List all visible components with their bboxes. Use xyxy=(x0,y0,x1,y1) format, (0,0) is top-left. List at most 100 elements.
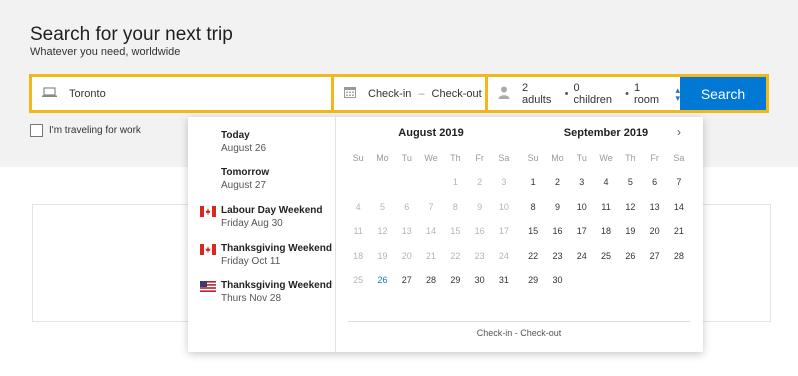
weekday-label: We xyxy=(599,153,613,163)
checkout-label: Check-out xyxy=(431,87,482,100)
day-cell: 20 xyxy=(401,250,412,261)
quick-date-item[interactable]: Tomorrow August 27 xyxy=(221,167,269,191)
calendar-icon xyxy=(344,86,356,101)
day-cell: 21 xyxy=(426,250,437,261)
day-cell: 11 xyxy=(353,226,363,236)
day-cell[interactable]: 12 xyxy=(618,201,642,226)
day-cell: 24 xyxy=(498,250,509,261)
day-cell[interactable]: 18 xyxy=(594,225,618,250)
weekday-label: Su xyxy=(527,153,539,163)
guests-field[interactable]: 2 adults • 0 children • 1 room ▴ ▾ xyxy=(488,77,680,110)
day-cell[interactable]: 13 xyxy=(642,201,666,226)
work-travel-option[interactable]: I'm traveling for work xyxy=(30,124,141,137)
day-cell[interactable]: 25 xyxy=(594,250,618,275)
blank-day-cell xyxy=(370,176,394,201)
day-cell[interactable]: 1 xyxy=(521,176,545,201)
month-september: September 2019 Su Mo Tu We Th Fr Sa 1 2 3 4 5 6 7 8 9 10… xyxy=(521,127,691,299)
day-cell[interactable]: 3 xyxy=(570,176,594,201)
search-button[interactable]: Search xyxy=(680,77,766,110)
day-cell[interactable]: 16 xyxy=(545,225,569,250)
day-cell[interactable]: 9 xyxy=(545,201,569,226)
day-cell[interactable]: 30 xyxy=(545,274,569,299)
quick-date-subtitle: Thurs Nov 28 xyxy=(221,293,282,304)
day-cell[interactable]: 29 xyxy=(443,274,467,299)
date-picker-dropdown: Today August 26 Tomorrow August 27 Labour … xyxy=(188,117,703,352)
next-month-chevron-icon[interactable]: › xyxy=(677,125,681,139)
person-icon xyxy=(498,86,510,102)
day-cell[interactable]: 27 xyxy=(642,250,666,275)
day-cell: 8 xyxy=(452,201,458,212)
weekday-label: Th xyxy=(625,153,636,163)
work-travel-label: I'm traveling for work xyxy=(49,125,141,136)
quick-date-title: Thanksgiving Weekend xyxy=(221,243,332,254)
day-cell[interactable]: 26 xyxy=(618,250,642,275)
weekday-label: Tu xyxy=(576,153,587,163)
date-separator: – xyxy=(418,87,425,100)
weekday-label: Tu xyxy=(401,153,412,163)
day-cell: 17 xyxy=(498,226,509,236)
day-cell[interactable]: 20 xyxy=(642,225,666,250)
day-cell[interactable]: 8 xyxy=(521,201,545,226)
page-subtitle: Whatever you need, worldwide xyxy=(30,46,181,58)
laptop-icon xyxy=(42,86,57,101)
day-cell[interactable]: 19 xyxy=(618,225,642,250)
day-cell[interactable]: 7 xyxy=(667,176,691,201)
day-cell[interactable]: 31 xyxy=(492,274,516,299)
day-cell[interactable]: 5 xyxy=(618,176,642,201)
month-grid: Su Mo Tu We Th Fr Sa 1 2 3 4 5 6 7 8 9 10 11 12 13 14 15 16 17 1… xyxy=(346,152,516,299)
quick-date-subtitle: August 27 xyxy=(221,180,267,191)
day-cell: 9 xyxy=(477,201,483,212)
day-cell[interactable]: 11 xyxy=(594,201,618,226)
day-cell: 25 xyxy=(353,275,364,285)
canada-flag-icon xyxy=(200,244,216,255)
day-cell[interactable]: 17 xyxy=(570,225,594,250)
day-cell: 12 xyxy=(377,226,388,236)
day-cell[interactable]: 29 xyxy=(521,274,545,299)
weekday-label: Su xyxy=(352,153,364,163)
day-cell: 13 xyxy=(401,226,412,236)
separator-dot: • xyxy=(625,87,629,100)
day-cell[interactable]: 28 xyxy=(419,274,443,299)
dates-field[interactable]: Check-in – Check-out xyxy=(334,77,488,110)
blank-day-cell xyxy=(419,176,443,201)
day-cell: 5 xyxy=(379,201,385,212)
quick-date-item[interactable]: Labour Day Weekend Friday Aug 30 xyxy=(200,205,323,229)
day-cell: 23 xyxy=(474,250,485,261)
separator-dot: • xyxy=(564,87,569,100)
weekday-label: We xyxy=(424,153,438,163)
today-day-cell[interactable]: 26 xyxy=(370,274,394,299)
weekday-label: Fr xyxy=(650,153,659,163)
quick-date-item[interactable]: Thanksgiving Weekend Friday Oct 11 xyxy=(200,243,332,267)
day-cell[interactable]: 10 xyxy=(570,201,594,226)
day-cell[interactable]: 28 xyxy=(667,250,691,275)
quick-date-title: Labour Day Weekend xyxy=(221,205,323,216)
day-cell: 18 xyxy=(353,250,364,261)
day-cell[interactable]: 24 xyxy=(570,250,594,275)
destination-field[interactable]: Toronto xyxy=(32,77,334,110)
day-cell[interactable]: 2 xyxy=(545,176,569,201)
work-travel-checkbox[interactable] xyxy=(30,124,43,137)
day-cell[interactable]: 6 xyxy=(642,176,666,201)
day-cell[interactable]: 27 xyxy=(395,274,419,299)
day-cell[interactable]: 30 xyxy=(467,274,491,299)
month-grid: Su Mo Tu We Th Fr Sa 1 2 3 4 5 6 7 8 9 10 11 12 13 14 15 16 17 1… xyxy=(521,152,691,299)
day-cell[interactable]: 22 xyxy=(521,250,545,275)
day-cell[interactable]: 4 xyxy=(594,176,618,201)
weekday-label: Sa xyxy=(673,153,685,163)
quick-date-item[interactable]: Thanksgiving Weekend Thurs Nov 28 xyxy=(200,280,332,304)
destination-value: Toronto xyxy=(69,87,106,100)
quick-dates-list: Today August 26 Tomorrow August 27 Labour … xyxy=(188,117,336,352)
day-cell: 15 xyxy=(450,226,461,236)
day-cell: 6 xyxy=(404,201,410,212)
day-cell: 19 xyxy=(377,250,388,261)
quick-date-item[interactable]: Today August 26 xyxy=(221,130,266,154)
page-title: Search for your next trip xyxy=(30,24,233,45)
weekday-label: Mo xyxy=(376,153,389,163)
day-cell[interactable]: 23 xyxy=(545,250,569,275)
day-cell[interactable]: 21 xyxy=(667,225,691,250)
day-cell[interactable]: 15 xyxy=(521,225,545,250)
quick-date-title: Today xyxy=(221,130,250,141)
day-cell: 1 xyxy=(452,177,458,187)
day-cell[interactable]: 14 xyxy=(667,201,691,226)
weekday-label: Th xyxy=(450,153,461,163)
